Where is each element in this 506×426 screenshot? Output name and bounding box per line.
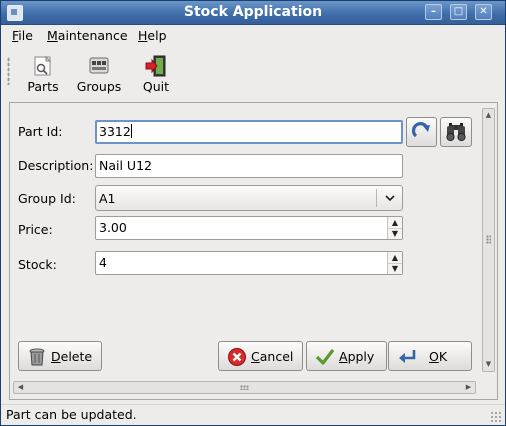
toolbar-parts-label: Parts [27,79,59,94]
apply-button[interactable]: Apply [306,341,387,371]
toolbar-quit-label: Quit [142,79,170,94]
menu-help-label: elp [147,28,167,43]
part-id-label: Part Id: [18,124,63,139]
trash-icon [27,347,47,367]
parts-icon [32,55,54,77]
combo-separator [376,189,377,207]
resize-grip-icon[interactable] [490,411,502,423]
price-spin-buttons: ▲ ▼ [387,217,402,239]
groups-icon [88,55,110,77]
price-spinbutton[interactable]: 3.00 ▲ ▼ [95,216,403,240]
description-input[interactable]: Nail U12 [95,154,403,178]
part-id-value: 3312 [99,124,131,139]
scroll-up-icon[interactable]: ▲ [483,109,494,122]
quit-exit-icon [145,55,167,77]
menu-help[interactable]: Help [138,28,167,43]
title-bar[interactable]: Stock Application – □ ✕ [1,1,505,25]
menu-help-mnemonic: H [138,28,148,43]
vertical-scrollbar[interactable]: ▲ ▼ [482,108,495,372]
checkmark-icon [315,347,335,367]
apply-button-label: Apply [339,349,374,364]
delete-label-rest: elete [60,349,93,364]
toolbar-parts-button[interactable]: Parts [25,51,61,95]
description-label: Description: [18,158,94,173]
price-label: Price: [18,222,53,237]
ok-label-rest: K [438,349,448,364]
cancel-button[interactable]: Cancel [218,341,303,371]
group-id-label: Group Id: [18,191,76,206]
stock-decrement-icon[interactable]: ▼ [388,263,402,274]
price-decrement-icon[interactable]: ▼ [388,228,402,239]
toolbar-groups-button[interactable]: Groups [75,51,123,95]
toolbar-groups-label: Groups [76,79,122,94]
delete-button[interactable]: Delete [18,341,102,371]
menu-maintenance[interactable]: Maintenance [47,28,128,43]
cancel-button-label: Cancel [251,349,293,364]
delete-button-label: Delete [51,349,92,364]
scroll-down-icon[interactable]: ▼ [483,358,494,371]
enter-return-icon [397,347,417,367]
menu-file[interactable]: File [12,28,33,43]
stock-spin-buttons: ▲ ▼ [387,252,402,274]
apply-mnemonic: A [339,349,348,364]
toolbar-grip[interactable] [7,57,10,85]
cancel-label-rest: ancel [259,349,294,364]
price-value: 3.00 [99,220,127,235]
group-id-value: A1 [99,191,116,206]
status-message: Part can be updated. [6,407,137,422]
chevron-down-icon [385,188,395,211]
cancel-icon [227,347,247,367]
status-bar: Part can be updated. [1,404,505,426]
minimize-button[interactable]: – [425,4,442,20]
maximize-button[interactable]: □ [450,4,467,20]
horizontal-scrollbar[interactable]: ◀ ▶ [13,381,476,394]
menu-bar: File Maintenance Help [1,24,505,46]
horizontal-scroll-grip[interactable] [240,385,249,390]
ok-button-label: OK [429,349,447,364]
apply-label-rest: pply [347,349,375,364]
menu-maintenance-mnemonic: M [47,28,58,43]
cancel-mnemonic: C [251,349,260,364]
description-value: Nail U12 [99,158,152,173]
part-id-input[interactable]: 3312 [95,120,403,144]
toolbar: Parts Groups Quit [1,47,505,97]
scroll-left-icon[interactable]: ◀ [14,382,27,393]
refresh-arrow-icon [411,122,430,138]
part-form-panel: Part Id: 3312 Description: Nail U12 Grou… [9,102,498,400]
ok-mnemonic: O [429,349,439,364]
menu-maintenance-label: aintenance [57,28,128,43]
stock-value: 4 [99,255,107,270]
search-button[interactable] [440,117,472,147]
scroll-right-icon[interactable]: ▶ [462,382,475,393]
binoculars-icon [446,123,466,142]
vertical-scroll-grip[interactable] [486,235,491,244]
toolbar-quit-button[interactable]: Quit [139,51,173,95]
app-window: Stock Application – □ ✕ File Maintenance… [0,0,506,426]
menu-file-label: ile [18,28,33,43]
refresh-button[interactable] [406,117,437,147]
stock-spinbutton[interactable]: 4 ▲ ▼ [95,251,403,275]
delete-mnemonic: D [51,349,61,364]
ok-button[interactable]: OK [388,341,472,371]
stock-label: Stock: [18,257,57,272]
text-caret [130,124,132,138]
group-id-combobox[interactable]: A1 [95,185,403,211]
close-button[interactable]: ✕ [475,4,492,20]
